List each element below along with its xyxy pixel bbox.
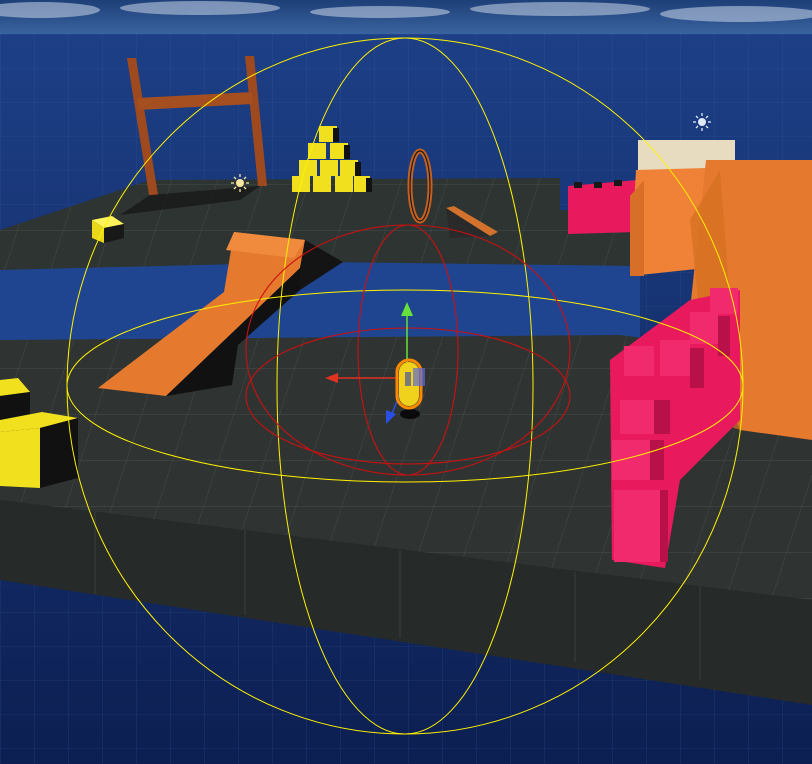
pink-wall-back[interactable]	[568, 180, 638, 234]
player-shadow	[400, 409, 420, 419]
scene-canvas[interactable]	[0, 0, 812, 764]
scene-viewport[interactable]	[0, 0, 812, 764]
player-capsule[interactable]	[395, 358, 425, 410]
